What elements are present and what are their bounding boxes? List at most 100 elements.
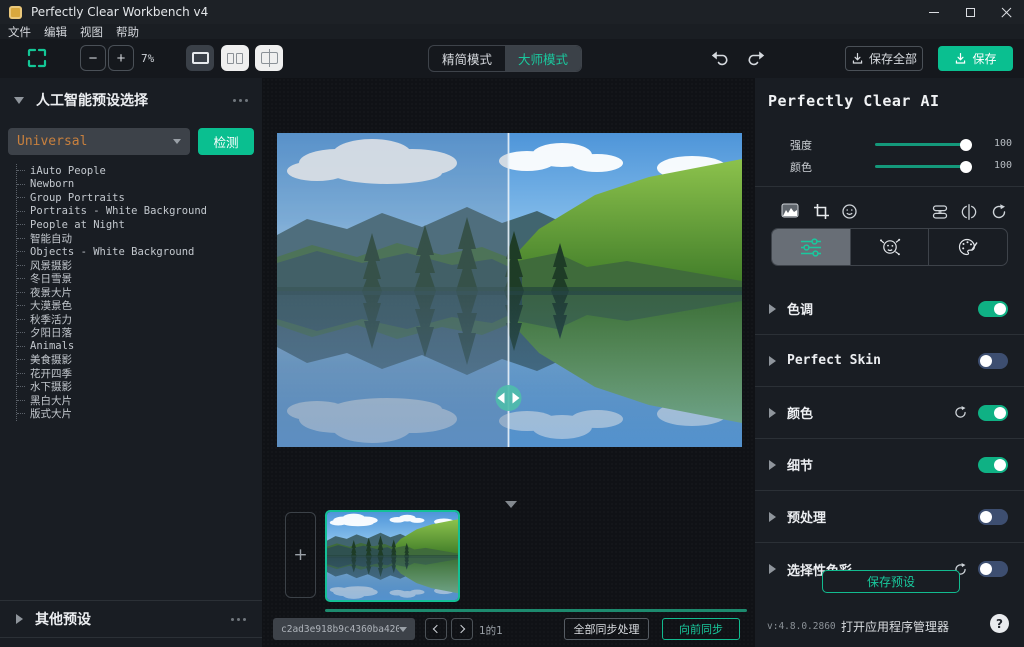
side-by-side-view-button[interactable]	[221, 45, 249, 71]
more-options-icon[interactable]	[233, 99, 248, 102]
adjustment-section[interactable]: 细节	[755, 439, 1024, 491]
adjustment-tabs	[771, 228, 1008, 266]
preset-item[interactable]: Animals	[17, 340, 207, 354]
section-toggle[interactable]	[978, 353, 1008, 369]
section-toggle[interactable]	[978, 509, 1008, 525]
menu-item[interactable]: 编辑	[44, 24, 67, 40]
preset-dropdown[interactable]: Universal	[8, 128, 190, 155]
crop-icon[interactable]	[813, 203, 830, 220]
preset-item[interactable]: 秋季活力	[17, 313, 207, 327]
preset-item[interactable]: 花开四季	[17, 367, 207, 381]
split-view-button[interactable]	[255, 45, 283, 71]
zoom-out-button[interactable]: −	[80, 45, 106, 71]
preset-item[interactable]: 冬日雪景	[17, 272, 207, 286]
menu-item[interactable]: 文件	[8, 24, 31, 40]
split-handle[interactable]	[496, 385, 522, 411]
strength-slider[interactable]	[875, 143, 967, 146]
collapse-arrow-icon	[14, 97, 24, 104]
filename-dropdown[interactable]: c2ad3e918b9c4360ba420	[273, 618, 415, 640]
side-by-side-view-icon	[227, 53, 243, 64]
mode-master-tab[interactable]: 大师模式	[505, 46, 581, 71]
preset-item[interactable]: Newborn	[17, 178, 207, 192]
sync-all-button[interactable]: 全部同步处理	[564, 618, 649, 640]
tree-branch-icon	[17, 373, 25, 374]
tree-branch-icon	[17, 386, 25, 387]
open-app-manager-link[interactable]: 打开应用程序管理器	[841, 618, 949, 635]
tab-creative-looks[interactable]	[928, 229, 1007, 265]
menu-item[interactable]: 帮助	[116, 24, 139, 40]
adjustment-section[interactable]: 预处理	[755, 491, 1024, 543]
before-after-preview[interactable]	[277, 133, 742, 447]
mode-toggle-group: 精简模式 大师模式	[428, 45, 582, 72]
undo-button[interactable]	[710, 48, 730, 68]
adjustment-section[interactable]: 色调	[755, 283, 1024, 335]
slider-knob[interactable]	[960, 161, 972, 173]
preset-item[interactable]: Objects - White Background	[17, 245, 207, 259]
tool-icon-row	[755, 200, 1024, 226]
preset-item[interactable]: 智能自动	[17, 232, 207, 246]
preset-item[interactable]: Group Portraits	[17, 191, 207, 205]
save-all-label: 保存全部	[869, 50, 917, 67]
split-view-icon	[261, 52, 278, 64]
previous-image-button[interactable]	[425, 618, 447, 640]
preset-item[interactable]: Portraits - White Background	[17, 205, 207, 219]
preset-item[interactable]: 黑白大片	[17, 394, 207, 408]
preset-item[interactable]: 美食摄影	[17, 353, 207, 367]
maximize-button[interactable]	[952, 0, 988, 24]
compare-icon[interactable]	[960, 203, 978, 221]
save-preset-button[interactable]: 保存预设	[822, 570, 960, 593]
single-view-button[interactable]	[186, 45, 214, 71]
color-slider[interactable]	[875, 165, 967, 168]
preset-item[interactable]: 夕阳日落	[17, 326, 207, 340]
tree-branch-icon	[17, 278, 25, 279]
face-icon[interactable]	[841, 203, 858, 220]
histogram-icon[interactable]	[781, 203, 799, 218]
filmstrip-scrollbar[interactable]	[325, 609, 747, 612]
minimize-button[interactable]	[916, 0, 952, 24]
sync-forward-button[interactable]: 向前同步	[662, 618, 740, 640]
section-toggle[interactable]	[978, 405, 1008, 421]
tab-face-retouch[interactable]	[850, 229, 929, 265]
next-image-button[interactable]	[451, 618, 473, 640]
save-all-button[interactable]: 保存全部	[845, 46, 923, 71]
adjustment-section[interactable]: Perfect Skin	[755, 335, 1024, 387]
save-button[interactable]: 保存	[938, 46, 1013, 71]
chevron-right-icon	[769, 512, 776, 522]
close-icon	[1001, 7, 1012, 18]
close-button[interactable]	[988, 0, 1024, 24]
add-image-button[interactable]: +	[285, 512, 316, 598]
adjustment-section[interactable]: 颜色	[755, 387, 1024, 439]
split-horizontal-icon[interactable]	[931, 203, 949, 221]
preset-item[interactable]: 夜景大片	[17, 286, 207, 300]
reset-icon[interactable]	[953, 405, 968, 420]
redo-button[interactable]	[746, 48, 766, 68]
section-toggle[interactable]	[978, 301, 1008, 317]
section-toggle[interactable]	[978, 561, 1008, 577]
detect-button[interactable]: 检测	[198, 128, 254, 155]
more-options-icon[interactable]	[231, 618, 246, 621]
preset-item[interactable]: 风景摄影	[17, 259, 207, 273]
mode-simple-tab[interactable]: 精简模式	[429, 46, 505, 71]
tree-branch-icon	[17, 305, 25, 306]
image-thumbnail[interactable]	[325, 510, 460, 602]
preset-item[interactable]: iAuto People	[17, 164, 207, 178]
zoom-in-button[interactable]: +	[108, 45, 134, 71]
menu-item[interactable]: 视图	[80, 24, 103, 40]
ai-preset-header[interactable]: 人工智能预设选择	[0, 88, 262, 112]
section-toggle[interactable]	[978, 457, 1008, 473]
tab-adjustments[interactable]	[772, 229, 850, 265]
chevron-right-icon	[769, 304, 776, 314]
other-presets-header[interactable]: 其他预设	[0, 600, 262, 638]
help-icon[interactable]: ?	[990, 614, 1009, 633]
tree-branch-icon	[17, 265, 25, 266]
filmstrip-collapse-icon[interactable]	[505, 501, 517, 508]
preset-dropdown-value: Universal	[17, 134, 87, 149]
slider-knob[interactable]	[960, 139, 972, 151]
preset-item[interactable]: 水下摄影	[17, 380, 207, 394]
preset-item[interactable]: 大漠景色	[17, 299, 207, 313]
tree-branch-icon	[17, 251, 25, 252]
tree-branch-icon	[17, 400, 25, 401]
rotate-icon[interactable]	[990, 203, 1008, 221]
preset-item[interactable]: 版式大片	[17, 407, 207, 421]
preset-item[interactable]: People at Night	[17, 218, 207, 232]
